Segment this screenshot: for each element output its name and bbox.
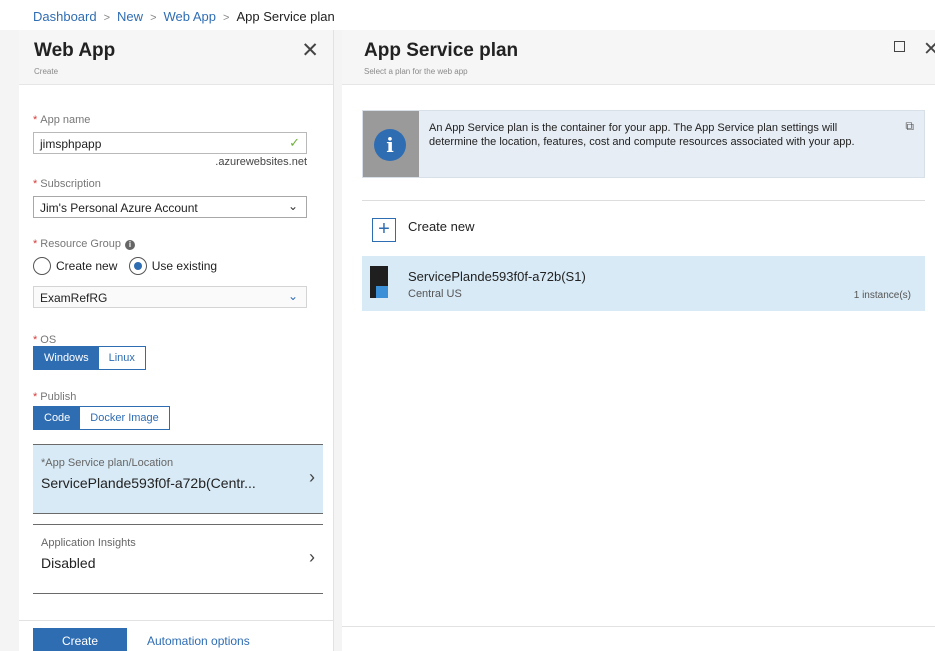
os-label-text: OS bbox=[40, 334, 57, 346]
breadcrumb-current: App Service plan bbox=[236, 9, 335, 24]
plan-location: Central US bbox=[408, 288, 462, 300]
breadcrumb: Dashboard > New > Web App > App Service plan bbox=[0, 0, 935, 30]
info-tile: i bbox=[363, 111, 419, 177]
blade-subtitle: Select a plan for the web app bbox=[364, 67, 468, 76]
app-name-suffix: .azurewebsites.net bbox=[215, 156, 307, 168]
subscription-label-text: Subscription bbox=[40, 178, 101, 190]
info-icon: i bbox=[374, 129, 406, 161]
os-label: * OS bbox=[33, 334, 56, 346]
os-option-linux[interactable]: Linux bbox=[98, 347, 145, 369]
required-marker: * bbox=[33, 334, 38, 346]
resource-group-label-text: Resource Group bbox=[40, 238, 121, 250]
radio-circle bbox=[33, 257, 51, 275]
resource-group-value: ExamRefRG bbox=[40, 291, 108, 305]
breadcrumb-dashboard[interactable]: Dashboard bbox=[33, 9, 97, 24]
required-marker: * bbox=[33, 238, 38, 250]
app-name-label-text: App name bbox=[40, 114, 91, 126]
radio-circle-selected bbox=[128, 257, 147, 275]
app-service-plan-blade: App Service plan Select a plan for the w… bbox=[342, 30, 935, 651]
checkmark-icon: ✓ bbox=[289, 135, 300, 150]
resource-group-select[interactable]: ExamRefRG ⌄ bbox=[33, 286, 307, 308]
radio-create-new-label: Create new bbox=[56, 259, 118, 273]
publish-label: * Publish bbox=[33, 391, 76, 403]
app-insights-value: Disabled bbox=[41, 555, 96, 571]
breadcrumb-separator: > bbox=[103, 12, 111, 24]
blade-title: Web App bbox=[34, 40, 116, 61]
create-button[interactable]: Create bbox=[33, 628, 127, 651]
blade-footer: Create Automation options bbox=[19, 620, 334, 651]
plan-list-item[interactable]: ServicePlande593f0f-a72b(S1) Central US … bbox=[362, 256, 925, 311]
radio-create-new[interactable]: Create new bbox=[33, 257, 117, 275]
info-icon[interactable]: i bbox=[125, 240, 135, 250]
breadcrumb-separator: > bbox=[223, 12, 230, 24]
resource-group-label: * Resource Group i bbox=[33, 238, 135, 250]
maximize-icon[interactable] bbox=[894, 41, 905, 52]
app-service-plan-value: ServicePlande593f0f-a72b(Centr... bbox=[41, 475, 256, 491]
breadcrumb-new[interactable]: New bbox=[117, 9, 143, 24]
subscription-label: * Subscription bbox=[33, 178, 101, 190]
automation-options-link[interactable]: Automation options bbox=[147, 634, 250, 648]
blade-subtitle: Create bbox=[34, 67, 59, 76]
plus-icon: + bbox=[372, 218, 396, 242]
radio-use-existing[interactable]: Use existing bbox=[128, 257, 218, 275]
create-new-plan[interactable]: + Create new bbox=[362, 200, 925, 245]
required-marker: * bbox=[33, 391, 38, 403]
app-insights-label: Application Insights bbox=[41, 537, 136, 549]
web-app-blade: Web App Create ✕ * App name jimsphpapp ✓ … bbox=[19, 30, 334, 651]
chevron-right-icon: › bbox=[309, 547, 315, 567]
app-service-plan-row[interactable]: *App Service plan/Location ServicePlande… bbox=[33, 444, 323, 514]
resource-group-radios: Create new Use existing bbox=[33, 257, 225, 278]
blade-header: App Service plan Select a plan for the w… bbox=[342, 30, 935, 85]
os-option-windows[interactable]: Windows bbox=[34, 347, 99, 369]
required-marker: * bbox=[33, 114, 38, 126]
divider bbox=[342, 626, 935, 627]
app-service-plan-label-text: App Service plan/Location bbox=[45, 457, 174, 469]
app-insights-row[interactable]: Application Insights Disabled › bbox=[33, 524, 323, 594]
publish-label-text: Publish bbox=[40, 391, 77, 403]
create-new-label: Create new bbox=[408, 219, 475, 234]
radio-use-existing-label: Use existing bbox=[151, 259, 218, 273]
chevron-down-icon: ⌄ bbox=[287, 289, 298, 303]
subscription-value: Jim's Personal Azure Account bbox=[40, 201, 198, 215]
breadcrumb-web-app[interactable]: Web App bbox=[164, 9, 217, 24]
plan-instances: 1 instance(s) bbox=[853, 290, 911, 301]
publish-option-code[interactable]: Code bbox=[34, 407, 81, 429]
app-name-value: jimsphpapp bbox=[40, 137, 102, 151]
publish-toggle: Code Docker Image bbox=[33, 406, 170, 430]
os-toggle: Windows Linux bbox=[33, 346, 146, 370]
required-marker: * bbox=[33, 178, 38, 190]
chevron-down-icon: ⌄ bbox=[287, 199, 298, 213]
blade-header: Web App Create ✕ bbox=[19, 30, 333, 85]
close-icon[interactable]: ✕ bbox=[923, 38, 935, 61]
plan-name: ServicePlande593f0f-a72b(S1) bbox=[408, 269, 586, 284]
app-service-plan-icon bbox=[370, 266, 388, 298]
app-name-label: * App name bbox=[33, 114, 90, 126]
publish-option-docker[interactable]: Docker Image bbox=[80, 407, 169, 429]
info-banner: i An App Service plan is the container f… bbox=[362, 110, 925, 178]
subscription-select[interactable]: Jim's Personal Azure Account ⌄ bbox=[33, 196, 307, 218]
app-service-plan-label: *App Service plan/Location bbox=[41, 457, 173, 469]
blade-title: App Service plan bbox=[364, 40, 519, 61]
close-icon[interactable]: ✕ bbox=[301, 40, 319, 61]
app-name-input[interactable]: jimsphpapp ✓ bbox=[33, 132, 307, 154]
external-link-icon[interactable]: ⧉ bbox=[905, 119, 914, 134]
chevron-right-icon: › bbox=[309, 467, 315, 487]
info-text: An App Service plan is the container for… bbox=[429, 122, 855, 148]
breadcrumb-separator: > bbox=[150, 12, 157, 24]
